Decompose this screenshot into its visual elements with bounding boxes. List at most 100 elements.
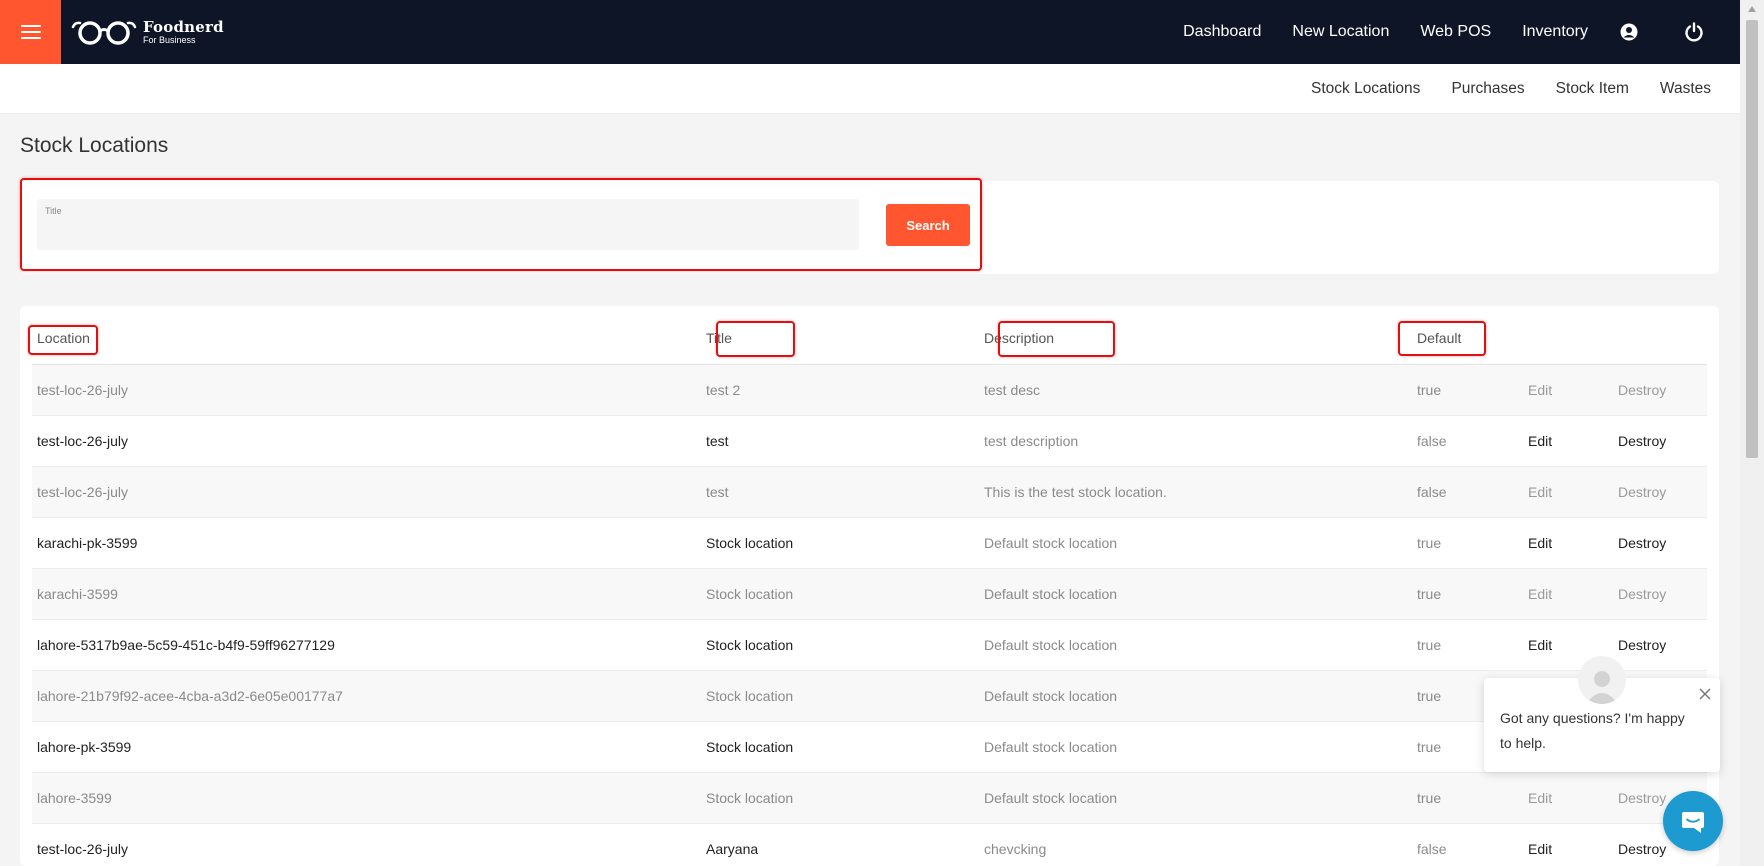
edit-link[interactable]: Edit (1528, 586, 1552, 602)
cell-title: test 2 (706, 382, 741, 398)
cell-title: Stock location (706, 535, 794, 551)
cell-location: lahore-pk-3599 (37, 739, 132, 755)
table-row: test-loc-26-july test 2 test desc true Edit D… (32, 365, 1707, 416)
cell-default: true (1417, 688, 1442, 704)
account-icon[interactable] (1620, 23, 1638, 41)
stock-locations-table-card: Location Title Description Default test-… (20, 306, 1719, 866)
subnav-stock-locations[interactable]: Stock Locations (1311, 80, 1420, 98)
subnav-wastes[interactable]: Wastes (1660, 80, 1711, 98)
edit-link[interactable]: Edit (1528, 790, 1552, 806)
cell-default: true (1417, 790, 1442, 806)
top-nav-links: Dashboard New Location Web POS Inventory (1152, 0, 1740, 64)
header-description: Description (984, 330, 1055, 346)
table-row: test-loc-26-july test This is the test sto… (32, 467, 1707, 518)
edit-link[interactable]: Edit (1528, 637, 1552, 653)
table-row: test-loc-26-july test test description fals… (32, 416, 1707, 467)
cell-location: karachi-3599 (37, 586, 118, 602)
brand-logo[interactable]: Foodnerd For Business (71, 18, 224, 46)
brand-name: Foodnerd (143, 17, 224, 36)
chat-close-icon[interactable] (1698, 687, 1712, 706)
chat-agent-avatar (1578, 656, 1626, 704)
menu-toggle-button[interactable] (0, 0, 61, 64)
header-default: Default (1417, 330, 1462, 346)
chat-launcher-button[interactable] (1663, 791, 1723, 851)
cell-default: false (1417, 841, 1447, 857)
table-row: test-loc-26-july Aaryana chevcking false Edi… (32, 824, 1707, 866)
cell-description: Default stock location (984, 586, 1118, 602)
scrollbar-thumb[interactable] (1746, 20, 1758, 458)
table-row: karachi-pk-3599 Stock location Default sto… (32, 518, 1707, 569)
nav-web-pos[interactable]: Web POS (1420, 23, 1491, 41)
destroy-link[interactable]: Destroy (1618, 484, 1666, 500)
table-header: Location Title Description Default (32, 306, 1707, 365)
edit-link[interactable]: Edit (1528, 382, 1552, 398)
header-title: Title (706, 330, 732, 346)
chat-bubble-icon (1682, 812, 1704, 833)
brand-tagline: For Business (143, 34, 196, 45)
destroy-link[interactable]: Destroy (1618, 790, 1666, 806)
cell-location: lahore-5317b9ae-5c59-451c-b4f9-59ff96277… (37, 637, 335, 653)
cell-location: test-loc-26-july (37, 382, 129, 398)
destroy-link[interactable]: Destroy (1618, 841, 1666, 857)
cell-default: false (1417, 484, 1447, 500)
table-body: test-loc-26-july test 2 test desc true Edit D… (32, 365, 1707, 866)
cell-title: Stock location (706, 790, 794, 806)
cell-default: true (1417, 586, 1442, 602)
cell-description: test desc (984, 382, 1041, 398)
page-scrollbar[interactable] (1740, 0, 1764, 866)
destroy-link[interactable]: Destroy (1618, 637, 1666, 653)
title-field-label: Title (45, 206, 62, 216)
edit-link[interactable]: Edit (1528, 841, 1552, 857)
cell-description: Default stock location (984, 637, 1118, 653)
cell-title: Stock location (706, 586, 794, 602)
subnav-stock-item[interactable]: Stock Item (1556, 80, 1629, 98)
table-row: lahore-21b79f92-acee-4cba-a3d2-6e05e0017… (32, 671, 1707, 722)
cell-default: false (1417, 433, 1447, 449)
cell-title: Stock location (706, 688, 794, 704)
cell-description: Default stock location (984, 535, 1118, 551)
title-search-field[interactable]: Title (37, 199, 859, 250)
sub-navbar: Stock Locations Purchases Stock Item Was… (0, 64, 1740, 113)
destroy-link[interactable]: Destroy (1618, 382, 1666, 398)
nav-new-location[interactable]: New Location (1292, 23, 1389, 41)
stock-locations-table: Location Title Description Default test-… (32, 306, 1707, 866)
edit-link[interactable]: Edit (1528, 484, 1552, 500)
cell-description: test description (984, 433, 1079, 449)
cell-default: true (1417, 535, 1442, 551)
table-row: lahore-3599 Stock location Default stock l… (32, 773, 1707, 824)
top-navbar: Foodnerd For Business Dashboard New Loca… (0, 0, 1740, 64)
cell-location: lahore-3599 (37, 790, 112, 806)
nav-inventory[interactable]: Inventory (1522, 23, 1588, 41)
nav-dashboard[interactable]: Dashboard (1183, 23, 1261, 41)
destroy-link[interactable]: Destroy (1618, 535, 1666, 551)
cell-title: Stock location (706, 739, 794, 755)
scroll-up-arrow-icon[interactable] (1748, 6, 1756, 12)
cell-location: test-loc-26-july (37, 841, 129, 857)
cell-location: test-loc-26-july (37, 433, 129, 449)
title-search-input[interactable] (45, 221, 845, 243)
destroy-link[interactable]: Destroy (1618, 433, 1666, 449)
edit-link[interactable]: Edit (1528, 433, 1552, 449)
cell-default: true (1417, 739, 1442, 755)
search-card: Title Search (20, 181, 1719, 274)
subnav-purchases[interactable]: Purchases (1451, 80, 1524, 98)
destroy-link[interactable]: Destroy (1618, 586, 1666, 602)
cell-title: Stock location (706, 637, 794, 653)
cell-description: chevcking (984, 841, 1047, 857)
cell-description: Default stock location (984, 739, 1118, 755)
cell-location: test-loc-26-july (37, 484, 129, 500)
cell-default: true (1417, 637, 1442, 653)
edit-link[interactable]: Edit (1528, 535, 1552, 551)
cell-description: Default stock location (984, 790, 1118, 806)
chat-message: Got any questions? I'm happy to help. (1500, 710, 1685, 751)
glasses-logo-icon (71, 21, 137, 45)
power-icon[interactable] (1684, 22, 1704, 42)
cell-description: Default stock location (984, 688, 1118, 704)
cell-location: lahore-21b79f92-acee-4cba-a3d2-6e05e0017… (37, 688, 343, 704)
cell-default: true (1417, 382, 1442, 398)
table-row: lahore-pk-3599 Stock location Default stoc… (32, 722, 1707, 773)
search-button[interactable]: Search (886, 204, 970, 246)
header-location: Location (37, 330, 90, 346)
cell-title: test (706, 433, 729, 449)
cell-description: This is the test stock location. (984, 484, 1167, 500)
